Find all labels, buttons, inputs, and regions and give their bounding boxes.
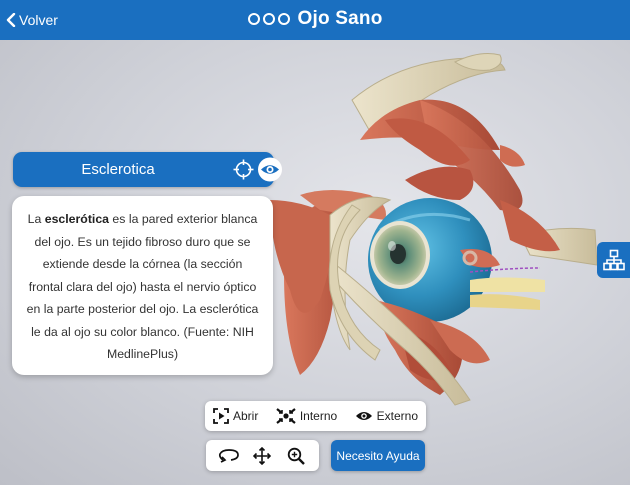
external-label: Externo: [376, 409, 418, 423]
collapse-icon: [276, 408, 296, 424]
move-icon: [253, 446, 272, 465]
top-navigation-bar: Volver Ojo Sano: [0, 0, 630, 40]
structure-description-card: La esclerótica es la pared exterior blan…: [12, 196, 273, 375]
zoom-tool-button[interactable]: [284, 444, 308, 468]
play-square-icon: [213, 408, 229, 424]
zoom-icon: [287, 447, 305, 465]
structure-name: Esclerotica: [81, 161, 155, 178]
internal-button[interactable]: Interno: [276, 408, 337, 424]
page-title-group: Ojo Sano: [0, 6, 630, 32]
structure-tree-button[interactable]: [597, 242, 630, 278]
crosshair-icon[interactable]: [233, 159, 254, 180]
description-term: esclerótica: [44, 212, 110, 226]
internal-label: Interno: [299, 409, 338, 423]
view-mode-toolbar: Abrir Interno Externo: [205, 401, 426, 431]
rotate-icon: [218, 448, 239, 463]
description-prefix: La: [27, 212, 45, 226]
hierarchy-icon: [602, 249, 625, 271]
open-label: Abrir: [233, 409, 259, 423]
open-button[interactable]: Abrir: [213, 408, 258, 424]
help-button[interactable]: Necesito Ayuda: [331, 440, 425, 471]
eye-icon: [355, 412, 372, 420]
pan-tool-button[interactable]: [250, 444, 274, 468]
help-button-label: Necesito Ayuda: [336, 448, 420, 463]
page-title: Ojo Sano: [297, 8, 383, 29]
structure-label-bar: Esclerotica: [13, 152, 282, 187]
external-button[interactable]: Externo: [355, 409, 418, 423]
app-logo-dots-icon: [247, 13, 290, 25]
description-body: es la pared exterior blanca del ojo. Es …: [26, 212, 259, 361]
eye-icon[interactable]: [257, 157, 283, 182]
navigation-tools-toolbar: [206, 440, 319, 471]
rotate-tool-button[interactable]: [217, 444, 241, 468]
